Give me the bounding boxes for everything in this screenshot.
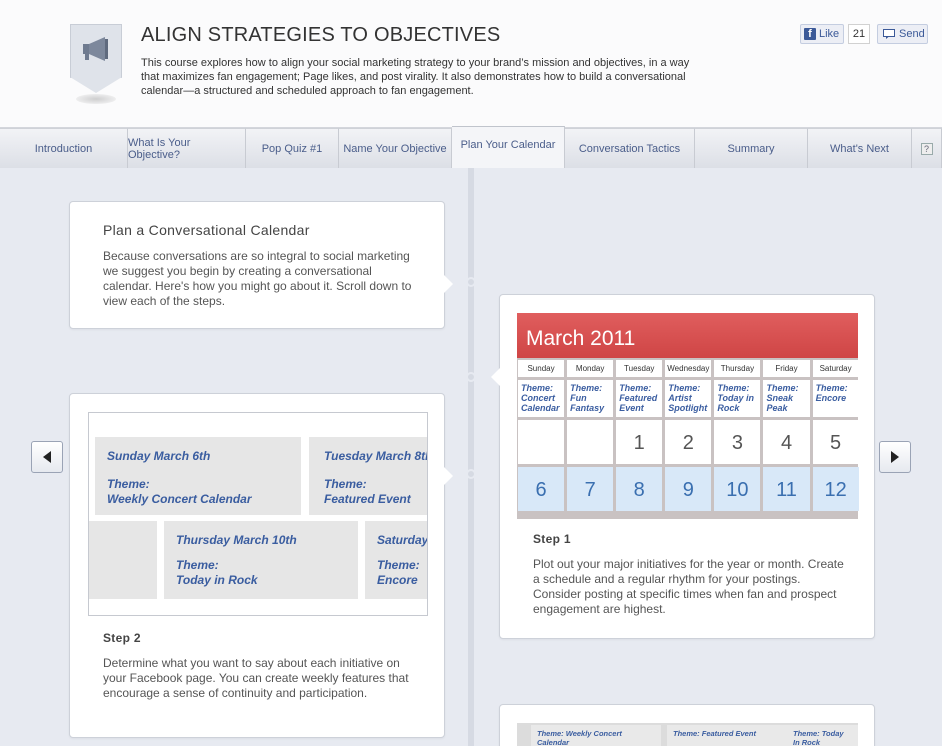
step-2-body: Determine what you want to say about eac… bbox=[103, 656, 409, 700]
day-name: Friday bbox=[763, 360, 810, 377]
megaphone-icon bbox=[83, 37, 108, 61]
day-name: Wednesday bbox=[665, 360, 712, 377]
next-button[interactable] bbox=[879, 441, 911, 473]
like-label: Like bbox=[819, 28, 840, 40]
like-count: 21 bbox=[848, 24, 870, 44]
timeline-line bbox=[468, 168, 474, 746]
tab-summary[interactable]: Summary bbox=[695, 128, 808, 168]
date-cell: 9 bbox=[665, 467, 712, 511]
tab-name-your-objective[interactable]: Name Your Objective bbox=[339, 128, 452, 168]
theme-cell: Theme: Sneak Peak bbox=[763, 380, 810, 417]
feature-box: h bbox=[89, 521, 157, 599]
theme-cell: Theme: Featured Event bbox=[616, 380, 663, 417]
help-button[interactable]: ? bbox=[912, 128, 942, 168]
send-label: Send bbox=[899, 28, 925, 40]
step-1-title: Step 1 bbox=[533, 532, 571, 546]
feature-box: Thursday March 10th Theme: Today in Rock bbox=[164, 521, 358, 599]
tab-plan-your-calendar[interactable]: Plan Your Calendar bbox=[452, 126, 565, 168]
date-cell bbox=[518, 420, 565, 464]
day-name: Tuesday bbox=[616, 360, 663, 377]
date-cell: 8 bbox=[616, 467, 663, 511]
timeline-dot bbox=[466, 469, 476, 479]
previous-button[interactable] bbox=[31, 441, 63, 473]
date-cell bbox=[567, 420, 614, 464]
chevron-right-icon bbox=[891, 451, 899, 463]
date-cell: 2 bbox=[665, 420, 712, 464]
page-title: ALIGN STRATEGIES TO OBJECTIVES bbox=[141, 24, 501, 46]
course-badge bbox=[70, 24, 122, 104]
feature-box: Sunday March 6th Theme: Weekly Concert Ca… bbox=[95, 437, 301, 515]
theme-cell: Theme: Fun Fantasy bbox=[567, 380, 614, 417]
tab-what-is-your-objective[interactable]: What Is Your Objective? bbox=[128, 128, 246, 168]
intro-card: Plan a Conversational Calendar Because c… bbox=[69, 201, 453, 329]
feature-box: Theme: Today In Rock bbox=[787, 725, 858, 746]
feature-box: Tuesday March 8th Theme: Featured Event bbox=[309, 437, 427, 515]
step-3-card: Theme: Weekly Concert Calendar Theme: Fe… bbox=[499, 704, 875, 746]
step-1-body: Plot out your major initiatives for the … bbox=[533, 557, 844, 616]
march-calendar: March 2011 Sunday Monday Tuesday Wednesd… bbox=[517, 313, 859, 519]
date-cell: 1 bbox=[616, 420, 663, 464]
facebook-icon: f bbox=[804, 28, 816, 40]
tab-whats-next[interactable]: What's Next bbox=[808, 128, 912, 168]
feature-box: Theme: Weekly Concert Calendar bbox=[531, 725, 661, 746]
course-description: This course explores how to align your s… bbox=[141, 57, 690, 97]
tab-pop-quiz-1[interactable]: Pop Quiz #1 bbox=[246, 128, 339, 168]
step-1-card: March 2011 Sunday Monday Tuesday Wednesd… bbox=[491, 294, 875, 639]
date-cell: 3 bbox=[714, 420, 761, 464]
day-name: Sunday bbox=[518, 360, 565, 377]
weekly-features-image: Sunday March 6th Theme: Weekly Concert Ca… bbox=[88, 412, 428, 616]
timeline-dot bbox=[466, 277, 476, 287]
tab-introduction[interactable]: Introduction bbox=[0, 128, 128, 168]
day-name: Monday bbox=[567, 360, 614, 377]
date-cell: 7 bbox=[567, 467, 614, 511]
day-name: Thursday bbox=[714, 360, 761, 377]
send-icon bbox=[883, 29, 895, 39]
date-cell: 6 bbox=[518, 467, 565, 511]
intro-body: Because conversations are so integral to… bbox=[103, 249, 412, 308]
course-header: ALIGN STRATEGIES TO OBJECTIVES This cour… bbox=[0, 0, 942, 128]
calendar-header: March 2011 bbox=[517, 313, 858, 358]
theme-cell: Theme: Encore bbox=[812, 380, 859, 417]
help-icon: ? bbox=[920, 142, 933, 155]
course-tabs: Introduction What Is Your Objective? Pop… bbox=[0, 126, 942, 168]
theme-cell: Theme: Artist Spotlight bbox=[665, 380, 712, 417]
feature-box: Saturday Theme: Encore bbox=[365, 521, 427, 599]
date-cell: 4 bbox=[763, 420, 810, 464]
facebook-send-button[interactable]: Send bbox=[877, 24, 928, 44]
date-cell: 10 bbox=[714, 467, 761, 511]
day-name: Saturday bbox=[812, 360, 859, 377]
intro-heading: Plan a Conversational Calendar bbox=[103, 222, 310, 238]
step-2-title: Step 2 bbox=[103, 631, 141, 645]
feature-box: Theme: Featured Event bbox=[667, 725, 787, 746]
theme-cell: Theme: Today in Rock bbox=[714, 380, 761, 417]
timeline-dot bbox=[466, 372, 476, 382]
calendar-title: March 2011 bbox=[526, 327, 636, 350]
chevron-left-icon bbox=[43, 451, 51, 463]
tab-conversation-tactics[interactable]: Conversation Tactics bbox=[565, 128, 695, 168]
facebook-like-button[interactable]: f Like bbox=[800, 24, 844, 44]
theme-cell: Theme: Concert Calendar bbox=[518, 380, 565, 417]
step-3-image: Theme: Weekly Concert Calendar Theme: Fe… bbox=[517, 723, 858, 746]
date-cell: 12 bbox=[812, 467, 859, 511]
date-cell: 11 bbox=[763, 467, 810, 511]
step-2-card: Sunday March 6th Theme: Weekly Concert Ca… bbox=[69, 393, 453, 738]
date-cell: 5 bbox=[812, 420, 859, 464]
